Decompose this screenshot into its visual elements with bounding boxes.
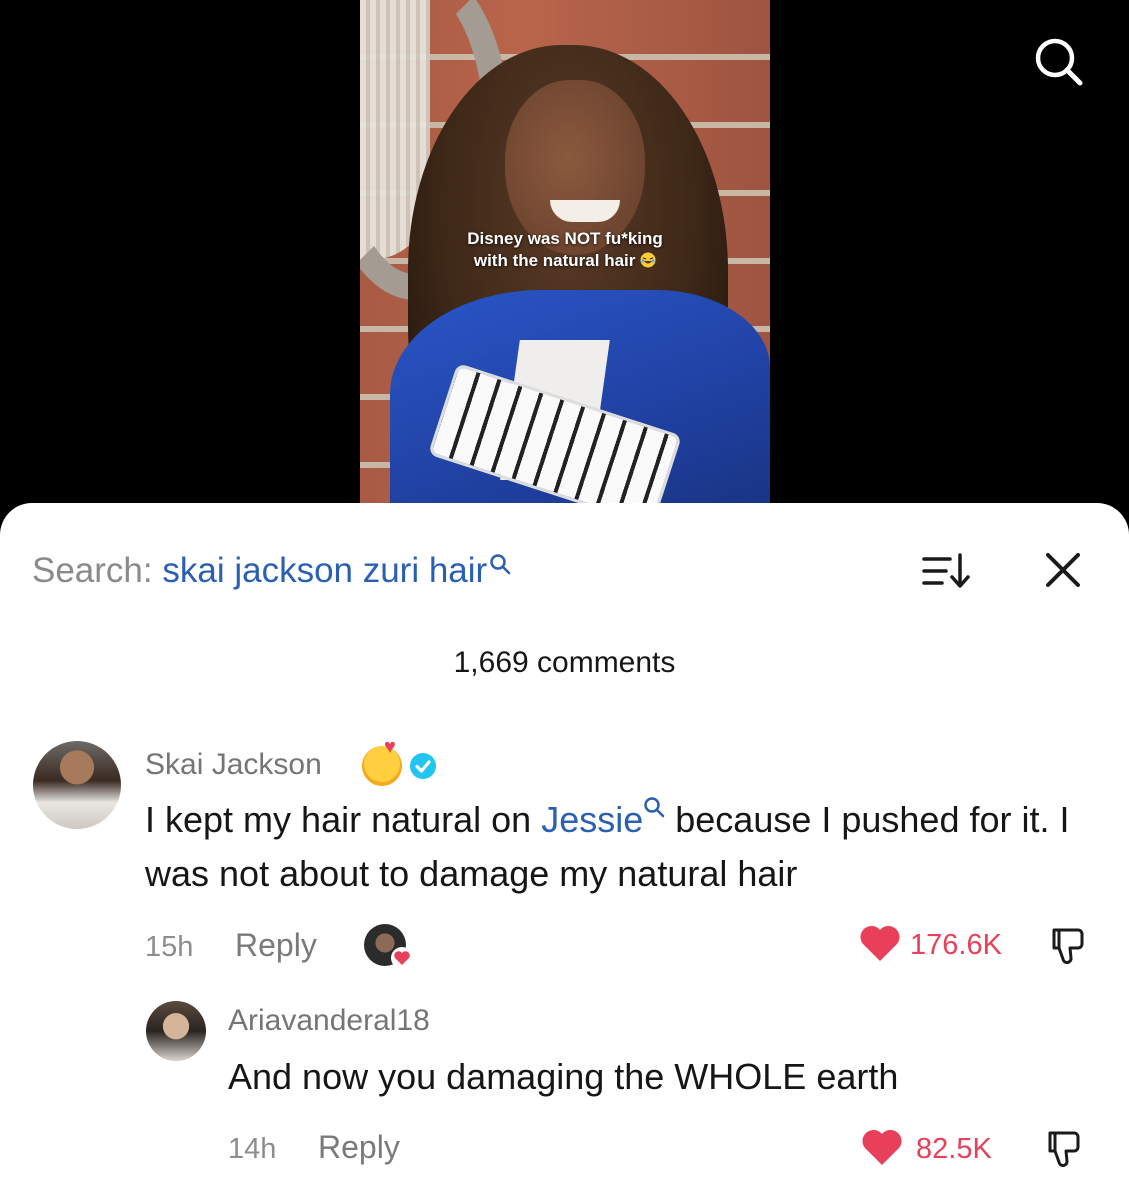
search-icon	[1035, 38, 1083, 86]
video-player[interactable]: Disney was NOT fu*king with the natural …	[360, 0, 770, 530]
comment-time: 14h	[228, 1133, 277, 1165]
search-button[interactable]	[1030, 34, 1086, 90]
comment-time: 15h	[145, 931, 194, 963]
dislike-icon[interactable]	[1044, 922, 1090, 968]
video-person-smile	[550, 200, 620, 222]
search-query-link[interactable]: skai jackson zuri hair	[162, 551, 487, 590]
comments-sheet: Search: skai jackson zuri hair 1,669 com…	[0, 503, 1129, 1189]
comment-username[interactable]: Ariavanderal18	[228, 1003, 430, 1039]
video-caption-line2: with the natural hair	[360, 250, 770, 272]
video-caption: Disney was NOT fu*king with the natural …	[360, 228, 770, 272]
search-suggestion[interactable]: Search: skai jackson zuri hair	[32, 551, 511, 591]
comment-text: I kept my hair natural on Jessie because…	[145, 793, 1085, 901]
verified-badge-icon	[410, 753, 436, 779]
laugh-cry-emoji-icon	[640, 252, 656, 268]
reply-button[interactable]: Reply	[235, 927, 317, 964]
sort-button[interactable]	[920, 551, 972, 591]
smiling-face-with-hearts-icon	[362, 736, 402, 786]
reply-button[interactable]: Reply	[318, 1129, 400, 1166]
avatar[interactable]	[33, 741, 121, 829]
dislike-icon[interactable]	[1040, 1125, 1086, 1171]
comment-text: And now you damaging the WHOLE earth	[228, 1056, 899, 1097]
like-heart-icon[interactable]	[860, 1127, 904, 1167]
like-heart-icon[interactable]	[858, 923, 902, 963]
comment-text-part: I kept my hair natural on	[145, 799, 542, 840]
avatar[interactable]	[146, 1001, 206, 1061]
like-count: 176.6K	[910, 929, 1002, 961]
search-small-icon	[490, 554, 511, 575]
comment-count: 1,669 comments	[453, 646, 676, 679]
video-caption-line1: Disney was NOT fu*king	[467, 229, 663, 248]
sort-icon	[922, 553, 970, 588]
video-caption-line2-text: with the natural hair	[473, 251, 636, 270]
like-count: 82.5K	[916, 1133, 992, 1165]
search-prefix: Search:	[32, 551, 153, 590]
close-icon	[1046, 553, 1080, 587]
creator-liked-heart-icon	[391, 947, 413, 969]
search-small-icon	[644, 797, 665, 818]
close-button[interactable]	[1040, 547, 1086, 593]
comment-username[interactable]: Skai Jackson	[145, 747, 322, 783]
comment-search-link[interactable]: Jessie	[541, 799, 643, 840]
video-area: Disney was NOT fu*king with the natural …	[0, 0, 1129, 530]
